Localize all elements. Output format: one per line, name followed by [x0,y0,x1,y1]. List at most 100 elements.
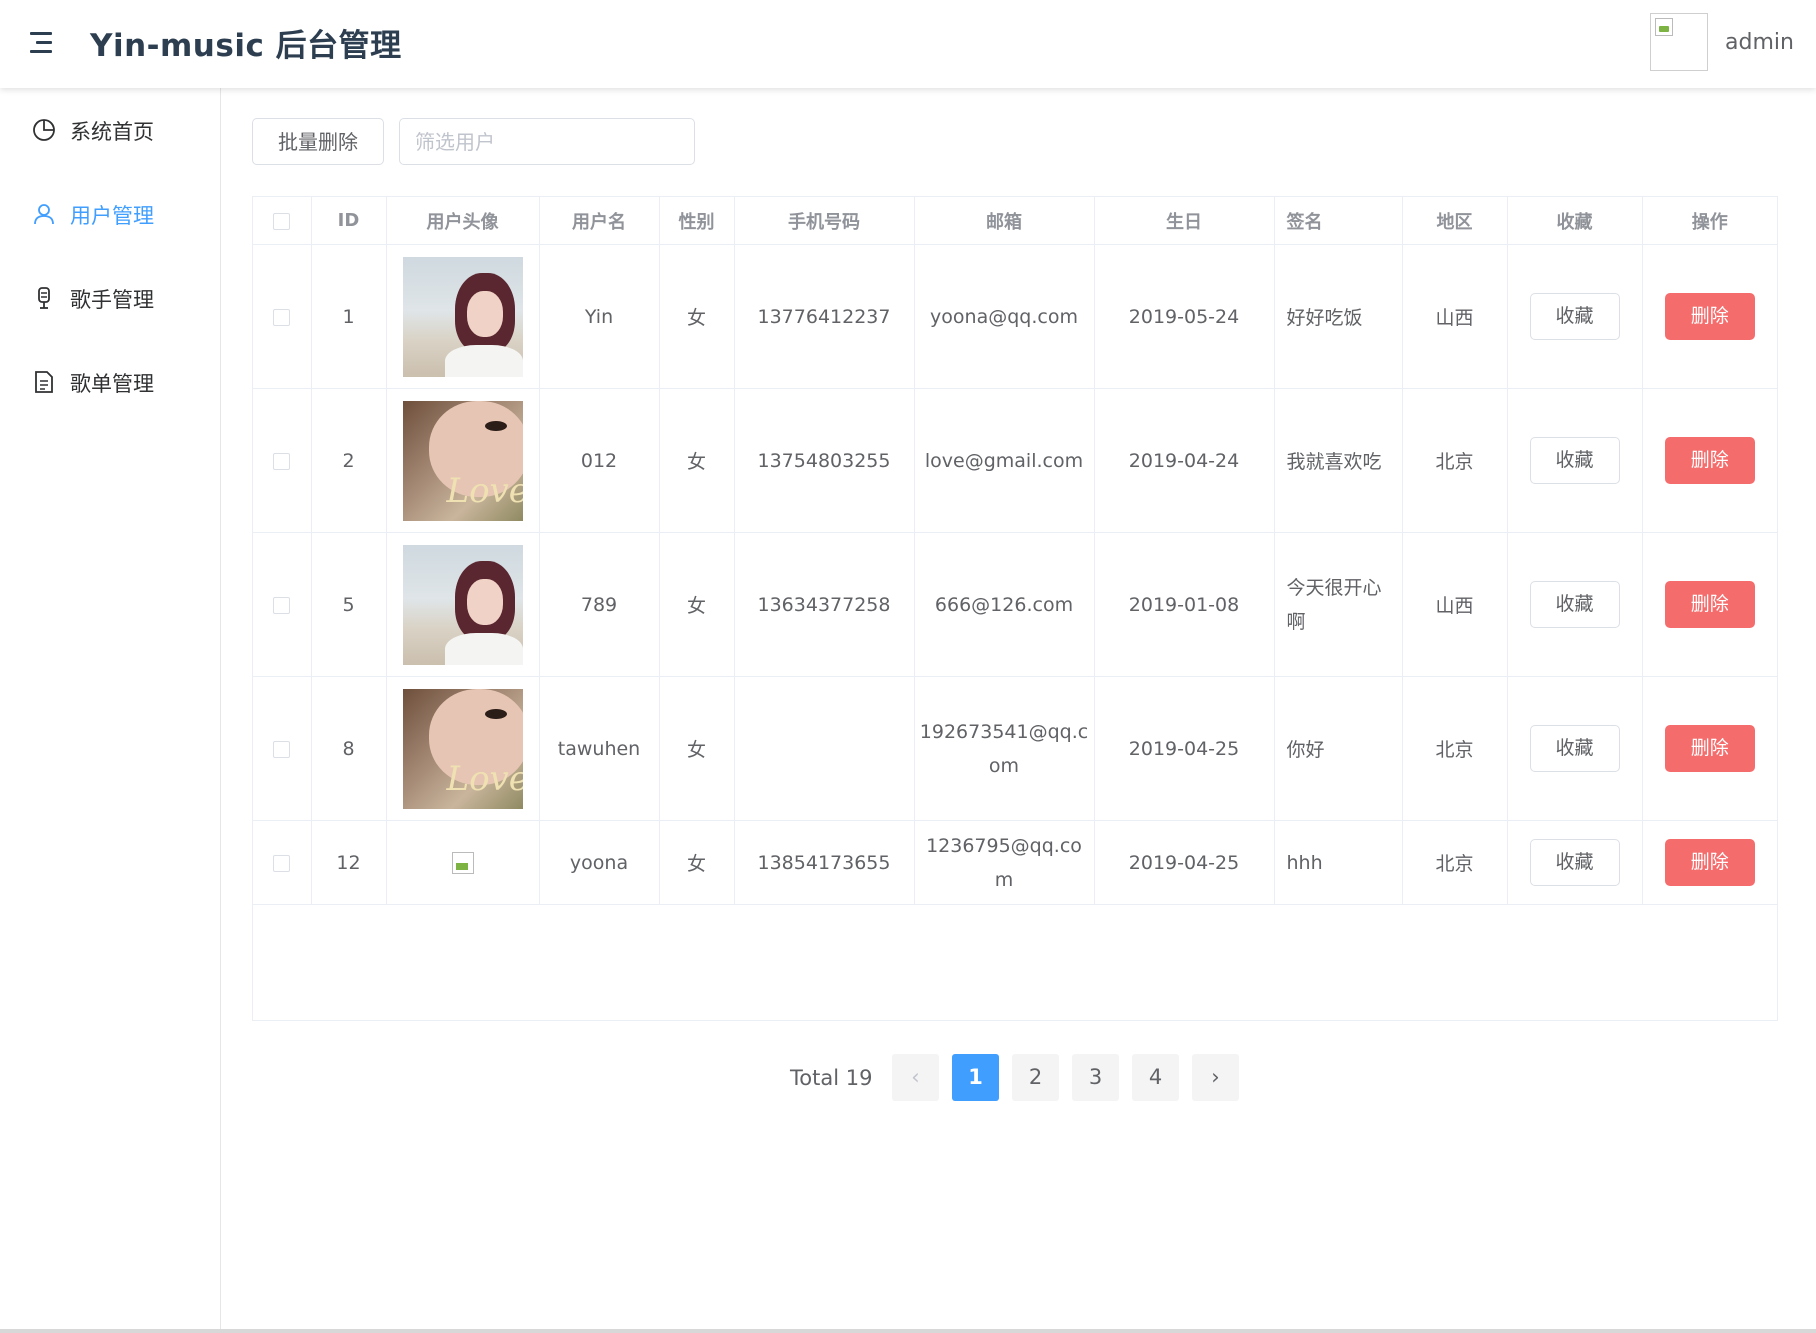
prev-page-button[interactable]: ‹ [892,1054,939,1101]
sidebar-item-label: 歌单管理 [70,372,154,396]
column-header[interactable]: 签名 [1274,197,1403,245]
sidebar-item-label: 歌手管理 [70,288,154,312]
cell-username: yoona [539,820,660,905]
broken-image-icon [1655,18,1673,36]
cell-avatar [386,820,540,905]
cell-id: 2 [311,388,387,533]
row-select-cell [253,244,312,389]
cell-region: 北京 [1402,388,1508,533]
top-header: Yin-music 后台管理 admin [0,0,1816,88]
batch-delete-button[interactable]: 批量删除 [252,118,384,165]
table-row: 5 789 女 13634377258 666@126.com 2019-01-… [253,532,1777,677]
collect-button[interactable]: 收藏 [1529,437,1620,484]
filter-users-input[interactable] [399,118,695,165]
page-3-button[interactable]: 3 [1072,1054,1119,1101]
document-icon [35,371,53,393]
column-header[interactable]: 地区 [1402,197,1508,245]
row-checkbox[interactable] [273,308,291,326]
cell-signature: 我就喜欢吃 [1274,388,1403,533]
delete-button[interactable]: 删除 [1664,581,1755,628]
window-bottom-border [0,1329,1816,1333]
cell-signature: 你好 [1274,676,1403,821]
cell-username: 789 [539,532,660,677]
cell-signature: hhh [1274,820,1403,905]
admin-username[interactable]: admin [1725,30,1794,55]
sidebar-item-singers[interactable]: 歌手管理 [0,268,220,328]
collect-button[interactable]: 收藏 [1529,839,1620,886]
page-1-button[interactable]: 1 [952,1054,999,1101]
cell-actions: 删除 [1642,532,1777,677]
table-header-row: ID 用户头像 用户名 性别 手机号码 邮箱 生日 签名 地区 收藏 操作 [253,197,1777,245]
delete-button[interactable]: 删除 [1664,437,1755,484]
column-header[interactable]: 手机号码 [734,197,915,245]
table-row: 1 Yin 女 13776412237 yoona@qq.com 2019-05… [253,244,1777,389]
table-row: 8 Love tawuhen 女 192673541@qq.com 2019-0… [253,676,1777,821]
column-header[interactable]: 用户名 [539,197,660,245]
cell-actions: 删除 [1642,388,1777,533]
collect-button[interactable]: 收藏 [1529,725,1620,772]
cell-phone: 13634377258 [734,532,915,677]
row-checkbox[interactable] [273,452,291,470]
cell-birthday: 2019-04-25 [1094,676,1275,821]
cell-id: 8 [311,676,387,821]
cell-region: 北京 [1402,820,1508,905]
row-checkbox[interactable] [273,740,291,758]
cell-collect: 收藏 [1507,820,1643,905]
table-row: 2 Love 012 女 13754803255 love@gmail.com … [253,388,1777,533]
pie-chart-icon [33,119,55,141]
row-checkbox[interactable] [273,596,291,614]
column-header[interactable]: ID [311,197,387,245]
broken-image-icon [451,851,474,874]
row-checkbox[interactable] [273,854,291,872]
delete-button[interactable]: 删除 [1664,839,1755,886]
cell-email: 192673541@qq.com [914,676,1095,821]
admin-avatar[interactable] [1650,13,1708,71]
sidebar-item-label: 系统首页 [70,120,154,144]
delete-button[interactable]: 删除 [1664,725,1755,772]
pagination: Total 19 ‹ 1 2 3 4 › [0,1054,1816,1102]
sidebar-item-home[interactable]: 系统首页 [0,100,220,160]
column-header[interactable]: 收藏 [1507,197,1643,245]
user-avatar-photo: Love [402,400,523,521]
cell-region: 北京 [1402,676,1508,821]
column-header[interactable]: 性别 [659,197,735,245]
cell-gender: 女 [659,820,735,905]
cell-birthday: 2019-01-08 [1094,532,1275,677]
cell-signature: 今天很开心啊 [1274,532,1403,677]
column-header[interactable]: 生日 [1094,197,1275,245]
select-all-cell [253,197,312,245]
cell-id: 1 [311,244,387,389]
cell-avatar [386,244,540,389]
user-icon [34,204,54,225]
delete-button[interactable]: 删除 [1664,293,1755,340]
cell-phone [734,676,915,821]
cell-birthday: 2019-04-24 [1094,388,1275,533]
cell-collect: 收藏 [1507,532,1643,677]
cell-phone: 13754803255 [734,388,915,533]
cell-collect: 收藏 [1507,388,1643,533]
page-2-button[interactable]: 2 [1012,1054,1059,1101]
cell-email: yoona@qq.com [914,244,1095,389]
row-select-cell [253,388,312,533]
cell-phone: 13776412237 [734,244,915,389]
page-4-button[interactable]: 4 [1132,1054,1179,1101]
select-all-checkbox[interactable] [273,212,291,230]
next-page-button[interactable]: › [1192,1054,1239,1101]
column-header[interactable]: 用户头像 [386,197,540,245]
column-header[interactable]: 操作 [1642,197,1777,245]
microphone-icon [38,287,50,309]
sidebar: 系统首页 用户管理 歌手管理 歌单管理 [0,88,221,1333]
collect-button[interactable]: 收藏 [1529,581,1620,628]
collect-button[interactable]: 收藏 [1529,293,1620,340]
cell-avatar [386,532,540,677]
column-header[interactable]: 邮箱 [914,197,1095,245]
cell-signature: 好好吃饭 [1274,244,1403,389]
cell-birthday: 2019-04-25 [1094,820,1275,905]
menu-toggle-icon[interactable] [30,30,56,56]
sidebar-item-playlists[interactable]: 歌单管理 [0,352,220,412]
users-table: ID 用户头像 用户名 性别 手机号码 邮箱 生日 签名 地区 收藏 操作 1 … [252,196,1778,1021]
cell-region: 山西 [1402,244,1508,389]
row-select-cell [253,532,312,677]
cell-gender: 女 [659,388,735,533]
sidebar-item-users[interactable]: 用户管理 [0,184,220,244]
